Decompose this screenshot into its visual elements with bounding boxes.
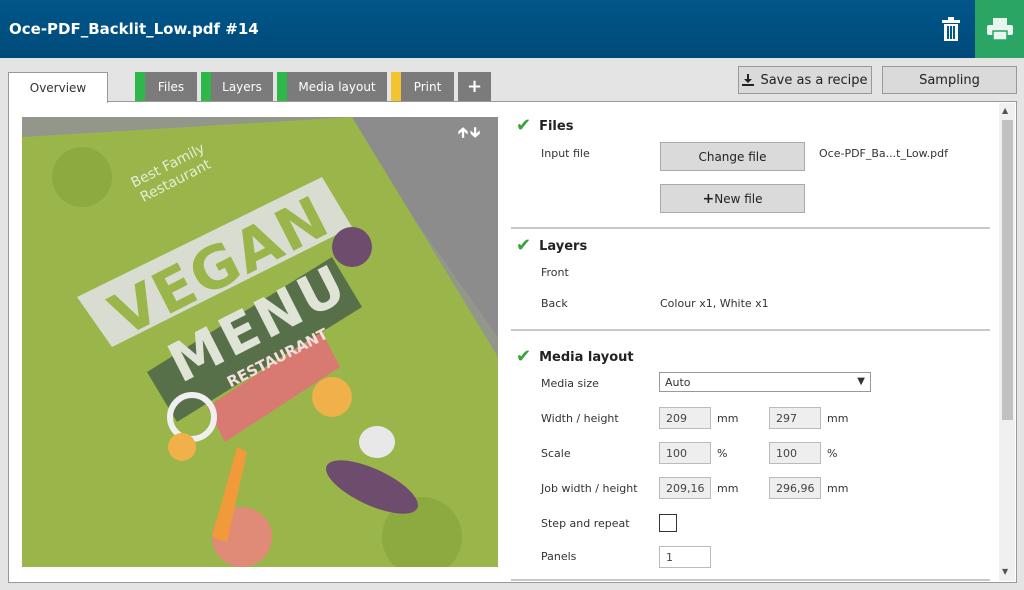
check-icon: ✔ [516,115,532,136]
plus-icon: + [466,76,483,97]
panels-label: Panels [541,550,577,563]
job-title: Oce-PDF_Backlit_Low.pdf #14 [9,20,259,38]
check-icon: ✔ [516,235,532,256]
media-size-label: Media size [541,377,599,390]
new-file-button[interactable]: + New file [660,184,805,213]
scale-x-field[interactable]: 100 [659,442,711,464]
arrow-down-icon[interactable]: 🡳 [470,125,482,141]
scale-y-field[interactable]: 100 [769,442,821,464]
arrow-up-icon[interactable]: 🡱 [458,125,470,141]
sampling-label: Sampling [919,72,980,88]
app-header: Oce-PDF_Backlit_Low.pdf #14 [0,0,1024,58]
status-stripe [277,72,287,101]
layers-section-header: ✔ Layers [516,237,587,255]
back-value: Colour x1, White x1 [660,297,769,310]
section-divider [511,227,990,229]
change-file-button[interactable]: Change file [660,142,805,171]
scale-y-unit: % [827,447,838,460]
job-height-field[interactable]: 296,96 [769,477,821,499]
input-file-label: Input file [541,147,590,160]
input-file-name: Oce-PDF_Ba...t_Low.pdf [819,147,948,160]
scroll-up-icon[interactable]: ▲ [1002,106,1008,115]
reorder-arrows[interactable]: 🡱🡳 [458,122,482,146]
files-section-header: ✔ Files [516,117,573,135]
printer-icon [986,18,1013,40]
section-title: Media layout [539,349,634,365]
tab-label: Layers [222,79,262,94]
tab-label: Overview [29,81,87,95]
media-size-value: Auto [665,375,691,389]
job-width-height-label: Job width / height [541,482,638,495]
media-layout-section-header: ✔ Media layout [516,348,634,366]
print-button[interactable] [975,0,1024,58]
step-repeat-checkbox[interactable] [659,514,677,532]
section-title: Files [539,118,574,134]
check-icon: ✔ [516,346,532,367]
height-field[interactable]: 297 [769,407,821,429]
scrollbar[interactable]: ▲ ▼ [999,103,1015,581]
new-file-label: New file [714,191,763,206]
trash-icon [942,17,960,41]
back-label: Back [541,297,568,310]
tab-files[interactable]: Files [135,72,197,101]
tab-print[interactable]: Print [391,72,454,101]
status-stripe [391,72,401,101]
caret-down-icon: ▼ [857,376,865,387]
tab-label: Files [157,79,185,94]
sampling-button[interactable]: Sampling [882,66,1017,94]
scale-x-unit: % [717,447,728,460]
save-recipe-label: Save as a recipe [760,72,868,88]
media-size-select[interactable]: Auto ▼ [659,372,871,392]
tab-media-layout[interactable]: Media layout [277,72,387,101]
add-tab-button[interactable]: + [458,72,491,101]
tab-label: Media layout [298,79,376,94]
scroll-thumb[interactable] [1002,120,1013,420]
download-icon [742,74,755,86]
delete-button[interactable] [928,0,974,58]
status-stripe [201,72,211,101]
job-height-unit: mm [827,482,849,495]
scale-label: Scale [541,447,571,460]
status-stripe [135,72,145,101]
tab-label: Print [413,79,442,94]
section-divider [511,579,990,581]
scroll-down-icon[interactable]: ▼ [1002,567,1008,576]
section-divider [511,329,990,331]
height-unit: mm [827,412,849,425]
tab-overview[interactable]: Overview [8,72,108,103]
panels-field[interactable]: 1 [659,546,711,568]
document-preview: Best Family Restaurant VEGAN MENU RESTAU… [22,117,498,567]
section-title: Layers [539,238,588,254]
width-height-label: Width / height [541,412,619,425]
width-field[interactable]: 209 [659,407,711,429]
width-unit: mm [717,412,739,425]
front-label: Front [541,266,569,279]
tab-layers[interactable]: Layers [201,72,273,101]
save-recipe-button[interactable]: Save as a recipe [738,66,872,94]
job-width-field[interactable]: 209,16 [659,477,711,499]
job-width-unit: mm [717,482,739,495]
plus-icon: + [702,190,715,207]
step-repeat-label: Step and repeat [541,517,630,530]
